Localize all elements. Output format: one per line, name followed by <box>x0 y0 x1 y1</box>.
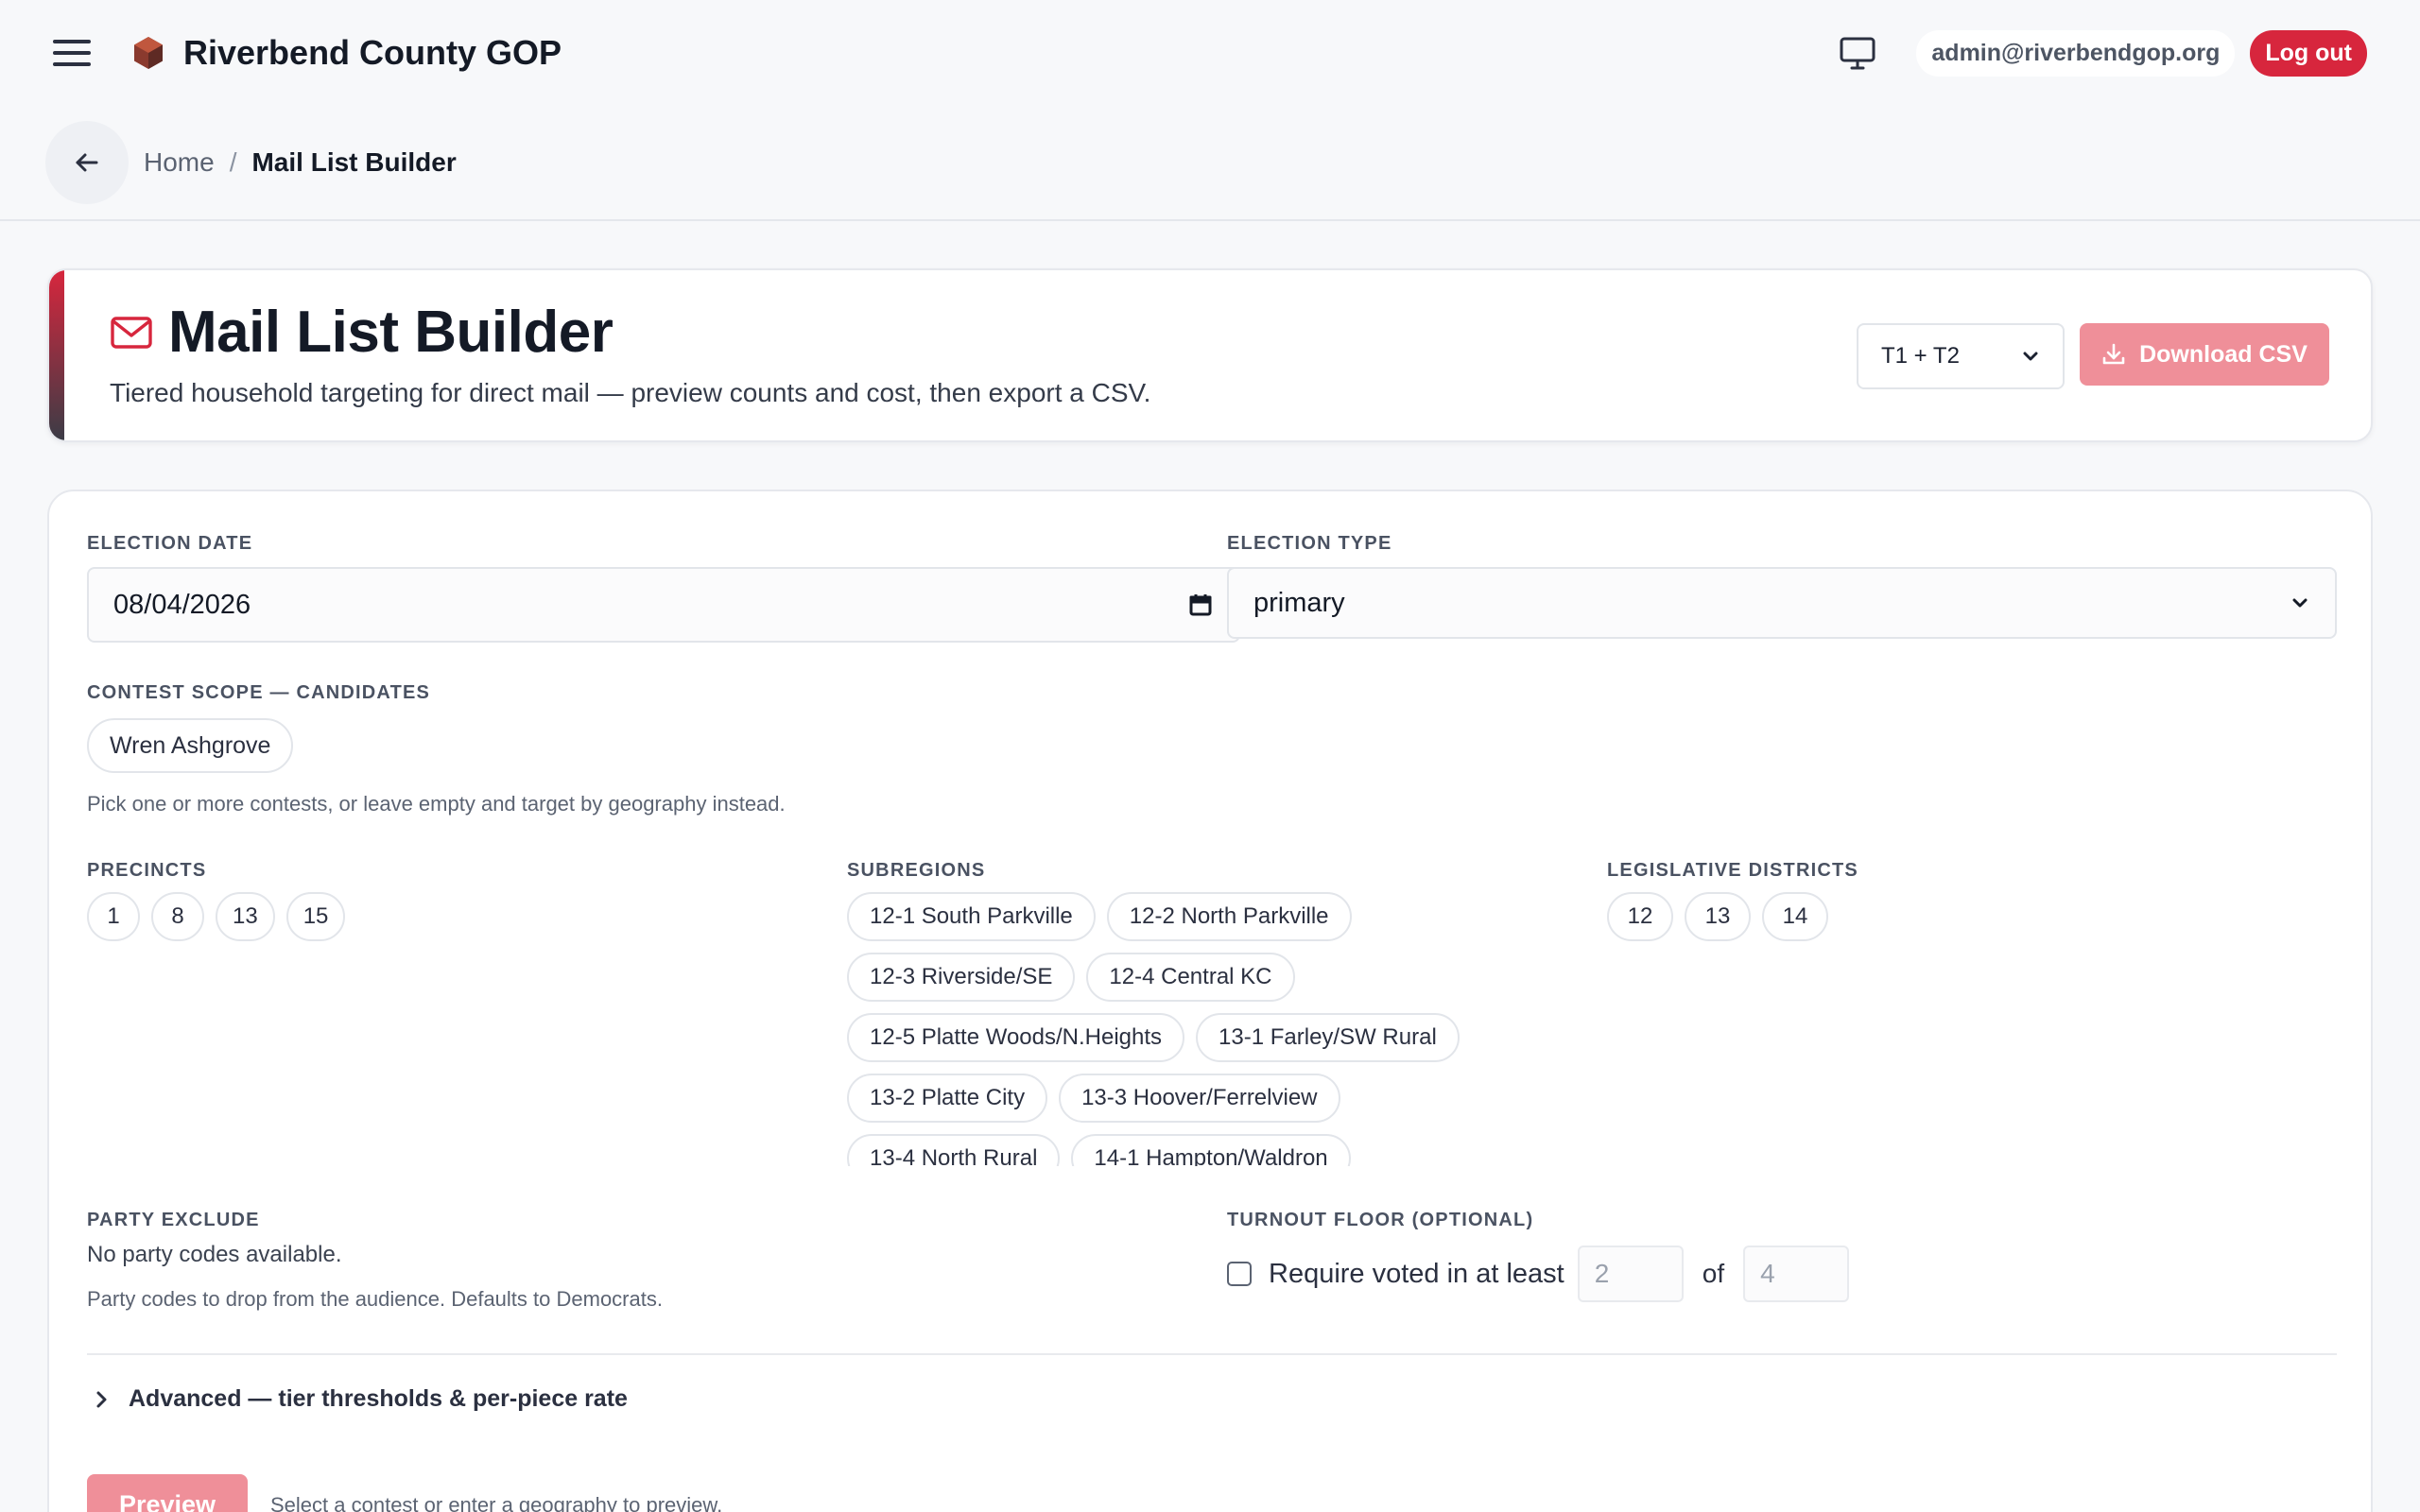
election-date-label: Election date <box>87 533 253 554</box>
tier-select[interactable]: T1 + T2 <box>1857 323 2065 389</box>
district-chip[interactable]: 13 <box>1685 892 1751 941</box>
breadcrumb-separator: / <box>229 147 237 177</box>
precinct-chips: 1 8 13 15 <box>87 892 346 941</box>
monitor-icon[interactable] <box>1837 32 1878 74</box>
turnout-floor-checkbox[interactable] <box>1227 1262 1252 1286</box>
page-title: Mail List Builder <box>168 300 614 365</box>
turnout-min-input[interactable]: 2 <box>1577 1246 1684 1302</box>
candidate-chip[interactable]: Wren Ashgrove <box>87 718 294 773</box>
district-chips: 12 13 14 <box>1607 892 1828 941</box>
subregion-chip[interactable]: 12-3 Riverside/SE <box>847 953 1076 1002</box>
subregion-chip[interactable]: 13-1 Farley/SW Rural <box>1196 1013 1460 1062</box>
party-exclude-helper: Party codes to drop from the audience. D… <box>87 1287 663 1311</box>
party-exclude-empty: No party codes available. <box>87 1242 342 1267</box>
precincts-label: Precincts <box>87 860 207 881</box>
precinct-chip[interactable]: 15 <box>285 892 346 941</box>
district-chip[interactable]: 12 <box>1607 892 1673 941</box>
tier-select-value: T1 + T2 <box>1881 343 1960 369</box>
subregions-label: Subregions <box>847 860 986 881</box>
turnout-floor-row: Require voted in at least 2 of 4 <box>1227 1246 1850 1302</box>
subregion-chips[interactable]: 12-1 South Parkville 12-2 North Parkvill… <box>847 892 1528 1166</box>
turnout-max-input[interactable]: 4 <box>1743 1246 1850 1302</box>
back-button[interactable] <box>45 121 129 204</box>
preview-hint: Select a contest or enter a geography to… <box>270 1493 723 1512</box>
envelope-icon <box>111 316 152 349</box>
topbar-actions: admin@riverbendgop.org Log out <box>1837 29 2367 77</box>
precinct-chip[interactable]: 1 <box>87 892 140 941</box>
chevron-down-icon <box>2292 598 2308 608</box>
subregion-chip[interactable]: 12-5 Platte Woods/N.Heights <box>847 1013 1185 1062</box>
hamburger-icon[interactable] <box>53 34 91 72</box>
download-csv-label: Download CSV <box>2139 340 2308 368</box>
download-csv-button[interactable]: Download CSV <box>2080 323 2329 386</box>
accent-bar <box>49 270 64 440</box>
turnout-floor-checkbox-label: Require voted in at least <box>1269 1258 1564 1289</box>
subregion-chip[interactable]: 12-4 Central KC <box>1086 953 1295 1002</box>
subregion-chip[interactable]: 13-2 Platte City <box>847 1074 1048 1123</box>
filters-form-card: Election date 08/04/2026 Election type p… <box>47 490 2373 1512</box>
breadcrumb-current: Mail List Builder <box>251 147 457 177</box>
party-exclude-label: Party exclude <box>87 1210 260 1230</box>
hexagon-logo-icon <box>134 37 163 69</box>
page-header-card: Mail List Builder Tiered household targe… <box>47 268 2373 442</box>
turnout-of-text: of <box>1702 1259 1725 1288</box>
page-subtitle: Tiered household targeting for direct ma… <box>110 378 1151 407</box>
district-chip[interactable]: 14 <box>1762 892 1828 941</box>
subregion-chip[interactable]: 13-3 Hoover/Ferrelview <box>1059 1074 1340 1123</box>
election-type-label: Election type <box>1227 533 1392 554</box>
election-date-value: 08/04/2026 <box>113 589 251 620</box>
brand-name: Riverbend County GOP <box>183 33 562 72</box>
chevron-down-icon <box>2023 352 2038 361</box>
contest-scope-label: Contest scope — candidates <box>87 682 431 703</box>
candidate-chips: Wren Ashgrove <box>87 718 294 773</box>
subregion-chip[interactable]: 12-1 South Parkville <box>847 892 1096 941</box>
turnout-floor-label: Turnout floor (optional) <box>1227 1210 1534 1230</box>
precinct-chip[interactable]: 13 <box>216 892 275 941</box>
chevron-right-icon <box>96 1391 107 1407</box>
election-date-input[interactable]: 08/04/2026 <box>87 567 1240 643</box>
subregion-chip[interactable]: 13-4 North Rural <box>847 1134 1061 1166</box>
breadcrumb: Home / Mail List Builder <box>0 106 2420 221</box>
election-type-value: primary <box>1253 587 1345 618</box>
subregion-chip[interactable]: 12-2 North Parkville <box>1106 892 1352 941</box>
subregion-chip[interactable]: 14-1 Hampton/Waldron <box>1071 1134 1351 1166</box>
section-divider <box>87 1353 2337 1355</box>
preview-button[interactable]: Preview <box>87 1474 248 1512</box>
breadcrumb-home-link[interactable]: Home <box>144 147 215 178</box>
election-type-select[interactable]: primary <box>1227 567 2337 639</box>
arrow-left-icon <box>76 153 98 172</box>
legislative-districts-label: Legislative districts <box>1607 860 1858 881</box>
advanced-toggle-label: Advanced — tier thresholds & per-piece r… <box>129 1385 628 1412</box>
advanced-toggle[interactable]: Advanced — tier thresholds & per-piece r… <box>91 1385 628 1413</box>
top-bar: Riverbend County GOP admin@riverbendgop.… <box>0 0 2420 106</box>
calendar-icon[interactable] <box>1187 592 1214 618</box>
user-email: admin@riverbendgop.org <box>1916 29 2236 77</box>
precinct-chip[interactable]: 8 <box>151 892 204 941</box>
download-icon <box>2102 343 2125 365</box>
contest-scope-helper: Pick one or more contests, or leave empt… <box>87 792 786 816</box>
logout-button[interactable]: Log out <box>2250 29 2367 77</box>
